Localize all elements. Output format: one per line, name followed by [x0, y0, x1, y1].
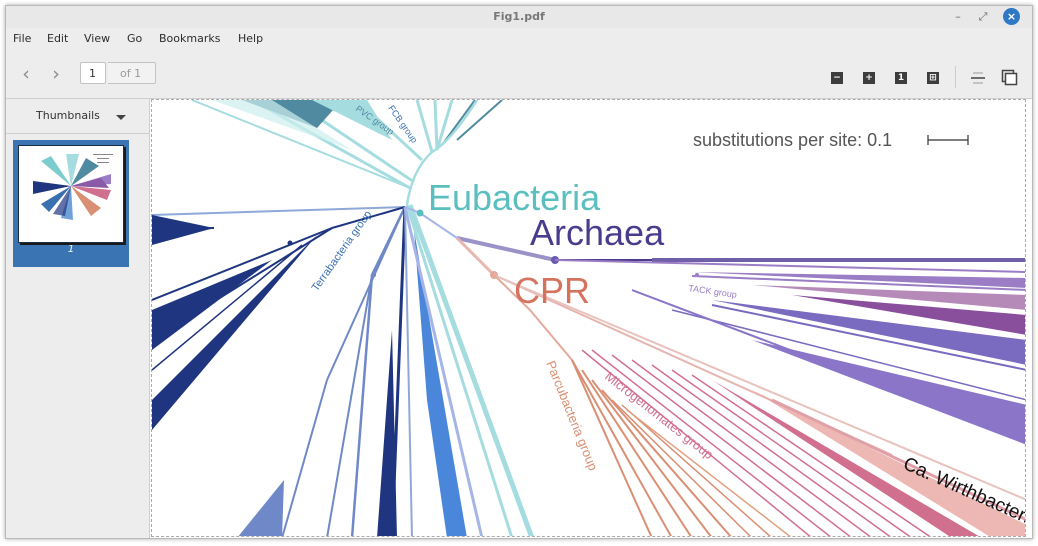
continuous-icon[interactable] — [970, 70, 986, 86]
label-fcb: FCB group — [386, 103, 419, 144]
sidebar-title: Thumbnails — [36, 109, 100, 122]
zoom-out-icon[interactable]: − — [831, 72, 843, 84]
title-bar: Fig1.pdf – ⤢ × — [6, 6, 1032, 28]
thumbnail-image — [18, 145, 124, 243]
minimize-icon[interactable]: – — [949, 8, 967, 26]
toolbar-separator — [955, 66, 956, 88]
label-tack: TACK group — [688, 283, 738, 300]
pdf-page: substitutions per site: 0.1 Eubacteria A… — [151, 99, 1026, 537]
pdf-viewer-window: Fig1.pdf – ⤢ × File Edit View Go Bookmar… — [5, 5, 1033, 539]
label-parcubacteria: Parcubacteria group — [543, 359, 601, 473]
page-total-label: of 1 — [108, 62, 156, 84]
window-title: Fig1.pdf — [493, 10, 545, 23]
menu-help[interactable]: Help — [238, 32, 263, 45]
thumbnail-page-1[interactable]: 1 — [13, 140, 129, 267]
menu-edit[interactable]: Edit — [47, 32, 68, 45]
sidebar-mode-selector[interactable]: Thumbnails — [6, 99, 149, 134]
menu-file[interactable]: File — [13, 32, 31, 45]
toolbar: ‹ › 1 of 1 − + 1 ⊞ — [6, 52, 1032, 99]
scale-label: substitutions per site: 0.1 — [693, 130, 892, 150]
menu-bar: File Edit View Go Bookmarks Help — [6, 28, 1032, 52]
close-window-icon[interactable]: × — [1003, 8, 1020, 25]
menu-view[interactable]: View — [84, 32, 110, 45]
next-page-icon[interactable]: › — [46, 64, 66, 84]
label-terrabacteria: Terrabacteria group — [310, 209, 375, 294]
sidebar: Thumbnails 1 — [6, 99, 150, 538]
chevron-down-icon — [116, 115, 126, 120]
label-cpr: CPR — [514, 270, 590, 311]
thumbnail-page-label: 1 — [67, 244, 75, 255]
fit-page-icon[interactable]: 1 — [895, 72, 907, 84]
zoom-in-icon[interactable]: + — [863, 72, 875, 84]
dual-page-icon[interactable] — [1001, 69, 1018, 86]
restore-icon[interactable]: ⤢ — [974, 8, 992, 26]
fit-width-icon[interactable]: ⊞ — [927, 72, 939, 84]
label-archaea: Archaea — [530, 212, 665, 253]
phylogenetic-tree-figure: substitutions per site: 0.1 Eubacteria A… — [152, 100, 1025, 536]
menu-bookmarks[interactable]: Bookmarks — [159, 32, 220, 45]
previous-page-icon[interactable]: ‹ — [16, 64, 36, 84]
document-view[interactable]: substitutions per site: 0.1 Eubacteria A… — [150, 99, 1032, 538]
page-number-input[interactable]: 1 — [80, 62, 106, 84]
menu-go[interactable]: Go — [127, 32, 142, 45]
